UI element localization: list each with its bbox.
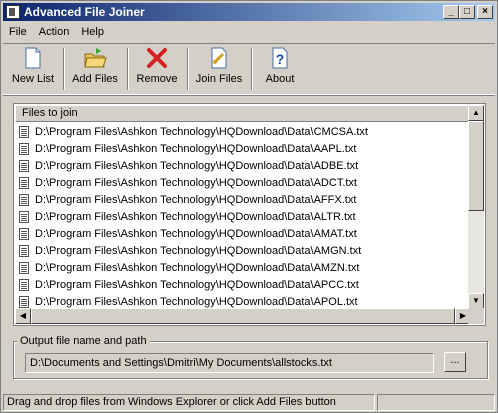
file-row[interactable]: D:\Program Files\Ashkon Technology\HQDow… xyxy=(15,276,471,293)
text-file-icon xyxy=(19,193,29,206)
scroll-corner xyxy=(468,308,484,324)
horizontal-scroll-thumb[interactable] xyxy=(31,308,455,324)
file-path: D:\Program Files\Ashkon Technology\HQDow… xyxy=(35,176,357,189)
file-row[interactable]: D:\Program Files\Ashkon Technology\HQDow… xyxy=(15,191,471,208)
svg-text:?: ? xyxy=(276,51,285,67)
vertical-scroll-thumb[interactable] xyxy=(468,121,484,211)
file-path: D:\Program Files\Ashkon Technology\HQDow… xyxy=(35,125,368,138)
file-row[interactable]: D:\Program Files\Ashkon Technology\HQDow… xyxy=(15,259,471,276)
remove-x-icon xyxy=(147,48,167,68)
file-path: D:\Program Files\Ashkon Technology\HQDow… xyxy=(35,244,362,257)
new-list-button[interactable]: New List xyxy=(7,46,59,92)
toolbar: New List Add Files Remove Join Files ? A… xyxy=(3,43,495,95)
file-row[interactable]: D:\Program Files\Ashkon Technology\HQDow… xyxy=(15,242,471,259)
text-file-icon xyxy=(19,227,29,240)
status-bar: Drag and drop files from Windows Explore… xyxy=(3,394,495,411)
output-group-label: Output file name and path xyxy=(17,335,150,347)
file-path: D:\Program Files\Ashkon Technology\HQDow… xyxy=(35,227,357,240)
menu-action[interactable]: Action xyxy=(33,26,76,38)
scroll-up-button[interactable]: ▲ xyxy=(468,105,484,121)
app-icon[interactable] xyxy=(6,5,20,19)
menu-help[interactable]: Help xyxy=(75,26,110,38)
files-list[interactable]: Files to join D:\Program Files\Ashkon Te… xyxy=(13,103,486,326)
scroll-down-button[interactable]: ▼ xyxy=(468,293,484,309)
file-row[interactable]: D:\Program Files\Ashkon Technology\HQDow… xyxy=(15,140,471,157)
window-title: Advanced File Joiner xyxy=(24,5,145,19)
new-document-icon xyxy=(25,47,41,69)
open-folder-icon xyxy=(84,48,107,68)
text-file-icon xyxy=(19,210,29,223)
output-path-field[interactable]: D:\Documents and Settings\Dmitri\My Docu… xyxy=(25,353,434,373)
vertical-scrollbar[interactable]: ▲ ▼ xyxy=(468,105,484,309)
about-button[interactable]: ? About xyxy=(255,46,305,92)
status-message: Drag and drop files from Windows Explore… xyxy=(3,394,376,411)
browse-button[interactable]: ... xyxy=(444,352,466,372)
minimize-button[interactable]: _ xyxy=(443,5,459,19)
remove-button[interactable]: Remove xyxy=(131,46,183,92)
text-file-icon xyxy=(19,142,29,155)
file-row[interactable]: D:\Program Files\Ashkon Technology\HQDow… xyxy=(15,225,471,242)
menu-bar: File Action Help xyxy=(3,22,110,41)
file-path: D:\Program Files\Ashkon Technology\HQDow… xyxy=(35,261,360,274)
file-path: D:\Program Files\Ashkon Technology\HQDow… xyxy=(35,210,356,223)
horizontal-scrollbar[interactable]: ◀ ▶ xyxy=(15,308,471,324)
app-window: Advanced File Joiner _ □ × File Action H… xyxy=(0,0,498,413)
file-row[interactable]: D:\Program Files\Ashkon Technology\HQDow… xyxy=(15,157,471,174)
maximize-button[interactable]: □ xyxy=(459,5,475,19)
file-path: D:\Program Files\Ashkon Technology\HQDow… xyxy=(35,193,357,206)
text-file-icon xyxy=(19,125,29,138)
file-row[interactable]: D:\Program Files\Ashkon Technology\HQDow… xyxy=(15,174,471,191)
add-files-button[interactable]: Add Files xyxy=(67,46,123,92)
file-path: D:\Program Files\Ashkon Technology\HQDow… xyxy=(35,278,359,291)
file-path: D:\Program Files\Ashkon Technology\HQDow… xyxy=(35,159,359,172)
file-row[interactable]: D:\Program Files\Ashkon Technology\HQDow… xyxy=(15,208,471,225)
text-file-icon xyxy=(19,176,29,189)
scroll-left-button[interactable]: ◀ xyxy=(15,308,31,324)
text-file-icon xyxy=(19,261,29,274)
status-pane-secondary xyxy=(377,394,495,411)
menu-file[interactable]: File xyxy=(3,26,33,38)
text-file-icon xyxy=(19,159,29,172)
file-path: D:\Program Files\Ashkon Technology\HQDow… xyxy=(35,142,357,155)
close-button[interactable]: × xyxy=(477,5,493,19)
text-file-icon xyxy=(19,278,29,291)
text-file-icon xyxy=(19,244,29,257)
file-path: D:\Program Files\Ashkon Technology\HQDow… xyxy=(35,295,358,308)
join-files-button[interactable]: Join Files xyxy=(191,46,247,92)
text-file-icon xyxy=(19,295,29,308)
help-question-icon: ? xyxy=(272,47,288,69)
title-bar[interactable]: Advanced File Joiner _ □ × xyxy=(3,3,495,21)
files-rows: D:\Program Files\Ashkon Technology\HQDow… xyxy=(15,123,471,310)
column-header-files[interactable]: Files to join xyxy=(15,105,471,122)
file-row[interactable]: D:\Program Files\Ashkon Technology\HQDow… xyxy=(15,123,471,140)
join-documents-icon xyxy=(211,47,227,69)
